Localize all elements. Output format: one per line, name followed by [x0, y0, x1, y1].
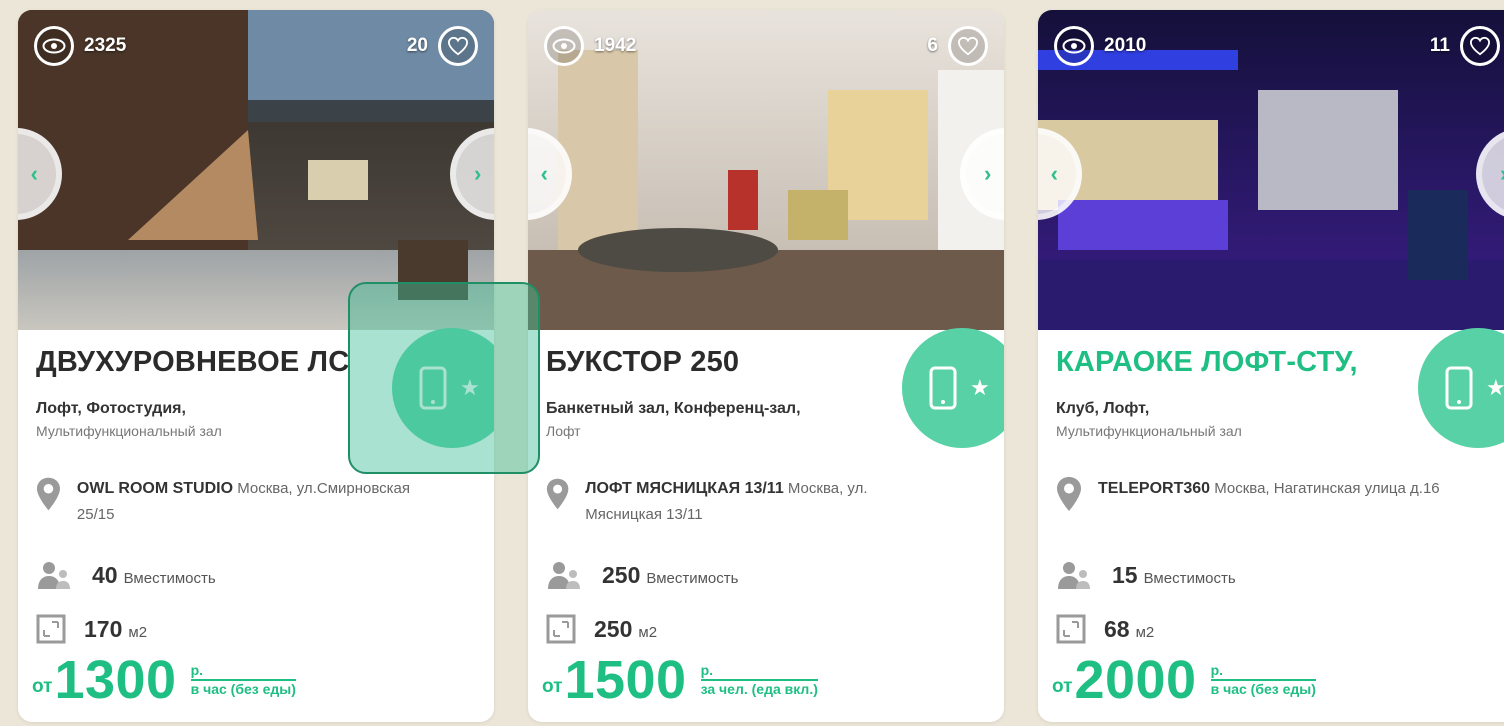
- capacity-value: 250: [602, 561, 641, 588]
- price-terms: в час (без еды): [190, 681, 296, 697]
- capacity-row: 40 Вместимость: [36, 560, 436, 590]
- capacity-value: 40: [92, 561, 118, 588]
- map-pin-icon: [36, 477, 60, 511]
- categories-extra: Мультифункциональный зал: [36, 423, 222, 439]
- price-currency: р.: [1210, 662, 1316, 681]
- mobile-badge[interactable]: ★: [902, 328, 1004, 448]
- capacity-value: 15: [1112, 561, 1138, 588]
- venue-card[interactable]: 2010 11 ‹ › ★ КАРАОКЕ ЛОФТ-СТУ, Клуб, Ло…: [1038, 10, 1504, 722]
- map-pin-icon: [546, 478, 569, 510]
- smartphone-icon: [1445, 366, 1473, 410]
- categories-main: Лофт, Фотостудия,: [36, 400, 186, 417]
- area-square-icon: [1056, 614, 1086, 644]
- price-terms: в час (без еды): [1210, 681, 1316, 697]
- people-icon: [38, 562, 70, 589]
- area-value: 250: [594, 615, 633, 642]
- venue-card[interactable]: 1942 6 ‹ › ★ БУКСТОР 250 Банкетный зал, …: [528, 10, 1004, 722]
- price-from: от: [32, 676, 53, 697]
- likes-count: 11: [1429, 35, 1450, 56]
- venue-title[interactable]: ДВУХУРОВНЕВОЕ ЛС: [36, 346, 376, 379]
- people-icon: [548, 562, 580, 589]
- area-value: 68: [1104, 615, 1130, 642]
- chevron-left-icon: ‹: [1050, 161, 1058, 186]
- heart-icon[interactable]: [948, 26, 988, 66]
- eye-icon: [34, 26, 74, 66]
- smartphone-icon: [929, 366, 957, 410]
- people-icon: [1058, 562, 1090, 589]
- area-value: 170: [84, 615, 123, 642]
- price-value: 2000: [1074, 650, 1197, 710]
- views-count: 1942: [594, 35, 637, 56]
- price-value: 1500: [564, 650, 687, 710]
- price-block: от 1300 р. в час (без еды): [32, 650, 296, 710]
- area-square-icon: [546, 614, 576, 644]
- categories-main: Клуб, Лофт,: [1056, 400, 1150, 417]
- star-icon: ★: [970, 375, 990, 400]
- venue-name[interactable]: OWL ROOM STUDIO: [77, 480, 233, 497]
- price-terms-block: р. за чел. (еда вкл.): [700, 662, 818, 698]
- price-terms-block: р. в час (без еды): [1210, 662, 1316, 698]
- likes-count: 6: [927, 35, 938, 56]
- mobile-badge[interactable]: ★: [1418, 328, 1504, 448]
- price-terms: за чел. (еда вкл.): [700, 681, 818, 697]
- capacity-label: Вместимость: [123, 569, 216, 587]
- venue-title[interactable]: КАРАОКЕ ЛОФТ-СТУ,: [1056, 346, 1396, 379]
- area-row: 170 м2: [36, 614, 436, 644]
- price-currency: р.: [700, 662, 818, 681]
- chevron-left-icon: ‹: [540, 161, 548, 186]
- area-unit: м2: [128, 623, 148, 641]
- price-block: от 1500 р. за чел. (еда вкл.): [542, 650, 818, 710]
- heart-icon[interactable]: [438, 26, 478, 66]
- capacity-label: Вместимость: [646, 569, 739, 587]
- categories-extra: Мультифункциональный зал: [1056, 423, 1242, 439]
- capacity-label: Вместимость: [1143, 569, 1236, 587]
- views-counter: 1942: [544, 26, 636, 66]
- area-row: 250 м2: [546, 614, 946, 644]
- venue-categories: Банкетный зал, Конференц-зал, Лофт: [546, 398, 906, 442]
- categories-main: Банкетный зал, Конференц-зал,: [546, 400, 801, 417]
- star-icon: ★: [1486, 375, 1504, 400]
- price-terms-block: р. в час (без еды): [190, 662, 296, 698]
- map-pin-icon: [1057, 477, 1081, 511]
- venue-address: TELEPORT360 Москва, Нагатинская улица д.…: [1056, 476, 1456, 512]
- likes-counter[interactable]: 20: [407, 26, 478, 66]
- heart-icon[interactable]: [1460, 26, 1500, 66]
- venue-name[interactable]: ЛОФТ МЯСНИЦКАЯ 13/11: [585, 480, 783, 497]
- venue-name[interactable]: TELEPORT360: [1098, 480, 1210, 497]
- categories-extra: Лофт: [546, 423, 581, 439]
- venue-categories: Лофт, Фотостудия, Мультифункциональный з…: [36, 398, 396, 442]
- capacity-row: 15 Вместимость: [1056, 560, 1456, 590]
- views-counter: 2010: [1054, 26, 1146, 66]
- address-text: Москва, Нагатинская улица д.16: [1214, 480, 1440, 497]
- venue-categories: Клуб, Лофт, Мультифункциональный зал: [1056, 398, 1416, 442]
- area-square-icon: [36, 614, 66, 644]
- views-counter: 2325: [34, 26, 126, 66]
- price-currency: р.: [190, 662, 296, 681]
- views-count: 2325: [84, 35, 127, 56]
- chevron-right-icon: ›: [1500, 161, 1504, 187]
- price-from: от: [542, 676, 563, 697]
- chevron-right-icon: ›: [984, 161, 992, 186]
- eye-icon: [1054, 26, 1094, 66]
- eye-icon: [544, 26, 584, 66]
- area-unit: м2: [1135, 623, 1155, 641]
- venue-card-list: 2325 20 ‹ › ★ ДВУХУРОВНЕВОЕ ЛС Лофт, Фот…: [0, 0, 1504, 726]
- price-block: от 2000 р. в час (без еды): [1052, 650, 1316, 710]
- focus-highlight-overlay: [348, 282, 540, 474]
- venue-title[interactable]: БУКСТОР 250: [546, 346, 886, 379]
- venue-address: OWL ROOM STUDIO Москва, ул.Смирновская 2…: [36, 476, 436, 528]
- likes-counter[interactable]: 6: [927, 26, 988, 66]
- views-count: 2010: [1104, 35, 1147, 56]
- area-row: 68 м2: [1056, 614, 1456, 644]
- price-value: 1300: [54, 650, 177, 710]
- chevron-right-icon: ›: [474, 161, 482, 186]
- chevron-left-icon: ‹: [30, 161, 38, 186]
- capacity-row: 250 Вместимость: [546, 560, 946, 590]
- likes-counter[interactable]: 11: [1430, 26, 1500, 66]
- venue-address: ЛОФТ МЯСНИЦКАЯ 13/11 Москва, ул. Мясницк…: [546, 476, 946, 528]
- area-unit: м2: [638, 623, 658, 641]
- likes-count: 20: [406, 35, 428, 56]
- price-from: от: [1052, 676, 1073, 697]
